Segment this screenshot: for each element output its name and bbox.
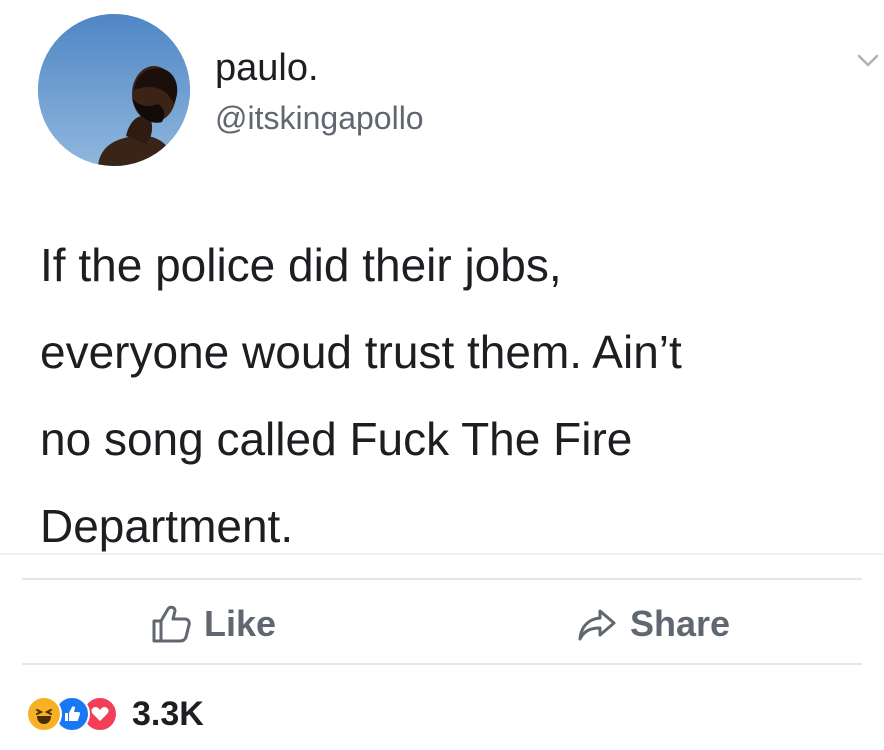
post-text-line: Department. bbox=[40, 500, 294, 552]
like-button[interactable]: Like bbox=[150, 598, 276, 650]
thumbs-up-icon bbox=[152, 605, 191, 643]
haha-icon bbox=[26, 696, 62, 732]
author-display-name[interactable]: paulo. bbox=[215, 46, 319, 90]
share-label: Share bbox=[630, 603, 731, 644]
share-button[interactable]: Share bbox=[576, 598, 730, 650]
divider bbox=[0, 553, 884, 555]
author-handle[interactable]: @itskingapollo bbox=[215, 98, 424, 138]
divider bbox=[22, 578, 862, 580]
post-text-line: no song called Fuck The Fire bbox=[40, 413, 633, 465]
post-text-line: If the police did their jobs, bbox=[40, 239, 562, 291]
share-arrow-icon bbox=[578, 609, 616, 641]
post-text: If the police did their jobs, everyone w… bbox=[40, 222, 870, 570]
post-text-line: everyone woud trust them. Ain’t bbox=[40, 326, 682, 378]
avatar[interactable] bbox=[38, 14, 190, 166]
divider bbox=[22, 663, 862, 665]
reactions-summary[interactable]: 3.3K bbox=[26, 692, 204, 736]
reaction-count: 3.3K bbox=[132, 694, 204, 733]
avatar-photo bbox=[38, 14, 190, 166]
like-label: Like bbox=[204, 603, 277, 644]
chevron-down-icon[interactable] bbox=[856, 52, 880, 70]
